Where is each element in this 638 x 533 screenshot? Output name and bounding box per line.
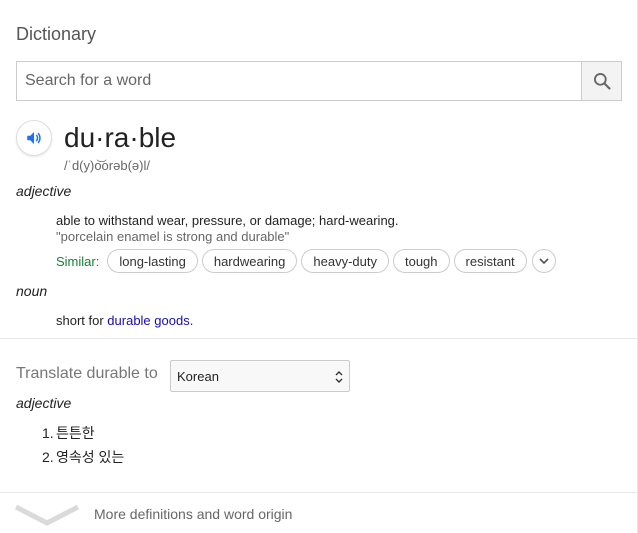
similar-chip[interactable]: hardwearing [201,249,298,273]
example-sentence: "porcelain enamel is strong and durable" [56,229,290,244]
similar-label: Similar: [56,253,100,269]
similar-chip[interactable]: long-lasting [107,249,198,273]
search-button[interactable] [581,62,621,100]
search-box [16,61,622,101]
select-arrows-icon [335,371,343,383]
translate-label: Translate durable to [16,365,158,382]
translation-part-of-speech: adjective [16,395,72,411]
chevron-down-icon [539,258,549,265]
dictionary-card: Dictionary du·ra·ble /ˈd(y)o͝orəb(ə)l/ a… [0,0,638,533]
expand-similar-button[interactable] [531,249,556,273]
card-title: Dictionary [16,24,97,44]
noun-definition-suffix: . [189,313,194,328]
translation-list: 1. 튼튼한 2. 영속성 있는 [42,421,124,469]
phonetic-spelling: /ˈd(y)o͝orəb(ə)l/ [64,158,150,173]
translation-item: 2. 영속성 있는 [42,445,124,469]
noun-definition: short for durable goods. [56,313,193,328]
noun-definition-prefix: short for [56,313,108,328]
translation-text: 영속성 있는 [56,449,125,465]
headword: du·ra·ble [64,122,177,153]
language-select-value: Korean [177,368,219,384]
chevron-down-icon [14,504,80,526]
search-icon [593,73,611,90]
more-definitions-row[interactable]: More definitions and word origin [0,493,638,533]
section-divider [0,338,638,339]
part-of-speech-adjective: adjective [16,183,72,199]
translation-item: 1. 튼튼한 [42,421,124,445]
pronunciation-audio-button[interactable] [16,120,52,156]
similar-chip[interactable]: resistant [453,249,527,273]
definition-text: able to withstand wear, pressure, or dam… [56,213,399,228]
similar-words-row: Similar: long-lasting hardwearing heavy-… [56,249,556,273]
similar-chip[interactable]: tough [392,249,450,273]
search-input[interactable] [17,62,582,100]
translation-number: 2. [42,449,54,465]
language-select[interactable]: Korean [170,360,350,392]
translation-number: 1. [42,425,54,441]
durable-goods-link[interactable]: durable goods [107,313,189,328]
speaker-icon [27,132,41,144]
part-of-speech-noun: noun [16,283,48,299]
more-definitions-label: More definitions and word origin [94,506,293,522]
similar-chip[interactable]: heavy-duty [301,249,389,273]
translation-text: 튼튼한 [56,425,95,441]
